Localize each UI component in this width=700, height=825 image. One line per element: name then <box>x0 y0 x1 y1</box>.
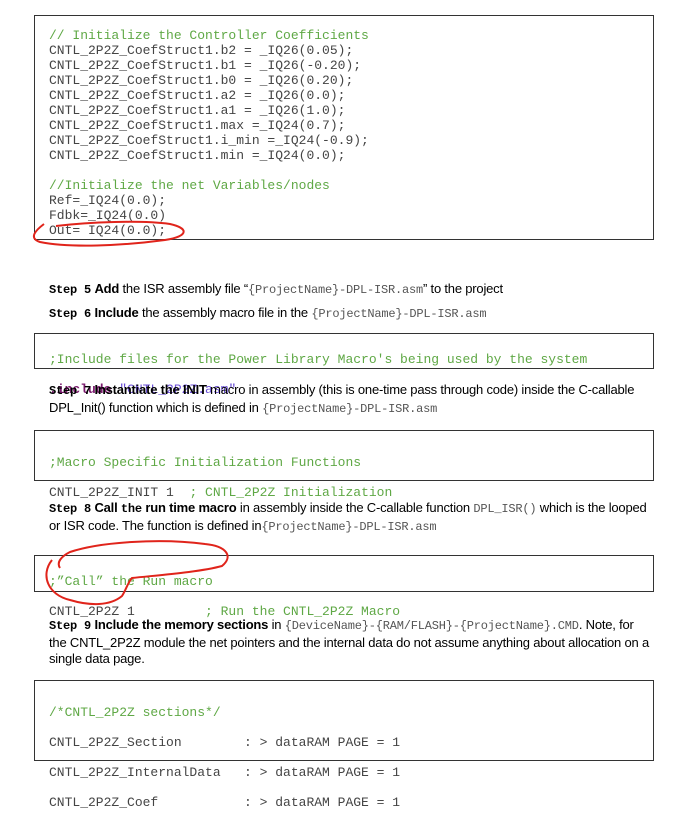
code-line: CNTL_2P2Z_CoefStruct1.b2 = _IQ26(0.05); <box>49 43 354 58</box>
step-action: Add <box>94 281 120 296</box>
step-6: Step 6 Include the assembly macro file i… <box>49 305 649 323</box>
step-action: Include <box>94 305 139 320</box>
step-text: in <box>268 617 285 632</box>
step-action: run time macro <box>145 500 237 515</box>
step-text: the ISR assembly file “ <box>119 281 249 296</box>
section-line: CNTL_2P2Z_Coef : > dataRAM PAGE = 1 <box>49 795 401 810</box>
code-comment: /*CNTL_2P2Z sections*/ <box>49 705 221 720</box>
code-line: CNTL_2P2Z_CoefStruct1.b1 = _IQ26(-0.20); <box>49 58 362 73</box>
file-name: {ProjectName}-DPL-ISR.asm <box>247 283 423 297</box>
step-label: Step 9 <box>49 619 92 633</box>
step-label: Step 7 <box>49 384 92 398</box>
step-8: Step 8 Call the run time macro in assemb… <box>49 500 649 535</box>
step-text: the assembly macro file in the <box>138 305 312 320</box>
step-9: Step 9 Include the memory sections in {D… <box>49 617 649 668</box>
step-5: Step 5 Add the ISR assembly file “{Proje… <box>49 281 649 299</box>
code-line: CNTL_2P2Z_CoefStruct1.min =_IQ24(0.0); <box>49 148 346 163</box>
function-name: DPL_ISR() <box>473 502 537 516</box>
code-comment: ;”Call” the Run macro <box>49 574 213 589</box>
code-comment: ;Include files for the Power Library Mac… <box>49 352 588 367</box>
code-line: CNTL_2P2Z_CoefStruct1.max =_IQ24(0.7); <box>49 118 346 133</box>
step-7: Step 7 Instantiate the INIT macro in ass… <box>49 382 649 417</box>
file-name: {DeviceName}-{RAM/FLASH}-{ProjectName}.C… <box>284 619 579 633</box>
step-action: Instantiate the INIT <box>94 382 207 397</box>
code-line: Out= IQ24(0.0); <box>49 223 167 238</box>
code-line: CNTL_2P2Z_CoefStruct1.a2 = _IQ26(0.0); <box>49 88 346 103</box>
include-code-block: ;Include files for the Power Library Mac… <box>34 333 654 397</box>
step-label: Step 5 <box>49 283 92 297</box>
file-name: {ProjectName}-DPL-ISR.asm <box>311 307 487 321</box>
code-line: Ref=_IQ24(0.0); <box>49 193 167 208</box>
code-line: //Initialize the net Variables/nodes <box>49 178 330 193</box>
init-macro-code-block: ;Macro Specific Initialization Functions… <box>34 430 654 500</box>
step-action: Include the memory sections <box>94 617 269 632</box>
step-action: the <box>120 502 142 516</box>
step-label: Step 6 <box>49 307 92 321</box>
code-line: CNTL_2P2Z_CoefStruct1.a1 = _IQ26(1.0); <box>49 103 346 118</box>
section-line: CNTL_2P2Z_InternalData : > dataRAM PAGE … <box>49 765 401 780</box>
code-comment: ; CNTL_2P2Z Initialization <box>189 485 393 500</box>
code-line: CNTL_2P2Z_CoefStruct1.i_min =_IQ24(-0.9)… <box>49 133 369 148</box>
file-name: {ProjectName}-DPL-ISR.asm <box>261 519 437 534</box>
code-line: CNTL_2P2Z_CoefStruct1.b0 = _IQ26(0.20); <box>49 73 354 88</box>
file-name: {ProjectName}-DPL-ISR.asm <box>262 401 438 416</box>
code-comment: ;Macro Specific Initialization Functions <box>49 455 362 470</box>
step-label: Step 8 <box>49 502 92 516</box>
memory-sections-code-block: /*CNTL_2P2Z sections*/ CNTL_2P2Z_Section… <box>34 680 654 810</box>
run-macro-code-block: ;”Call” the Run macro CNTL_2P2Z 1 ; Run … <box>34 555 654 619</box>
code-line: Fdbk=_IQ24(0.0) <box>49 208 167 223</box>
step-text: in assembly inside the C-callable functi… <box>236 500 474 515</box>
step-action: Call <box>94 500 118 515</box>
coefficient-init-code-block: // Initialize the Controller Coefficient… <box>34 15 654 240</box>
step-text: ” to the project <box>423 281 503 296</box>
section-line: CNTL_2P2Z_Section : > dataRAM PAGE = 1 <box>49 735 401 750</box>
code-line: // Initialize the Controller Coefficient… <box>49 28 369 43</box>
code-statement: CNTL_2P2Z_INIT 1 <box>49 485 190 500</box>
